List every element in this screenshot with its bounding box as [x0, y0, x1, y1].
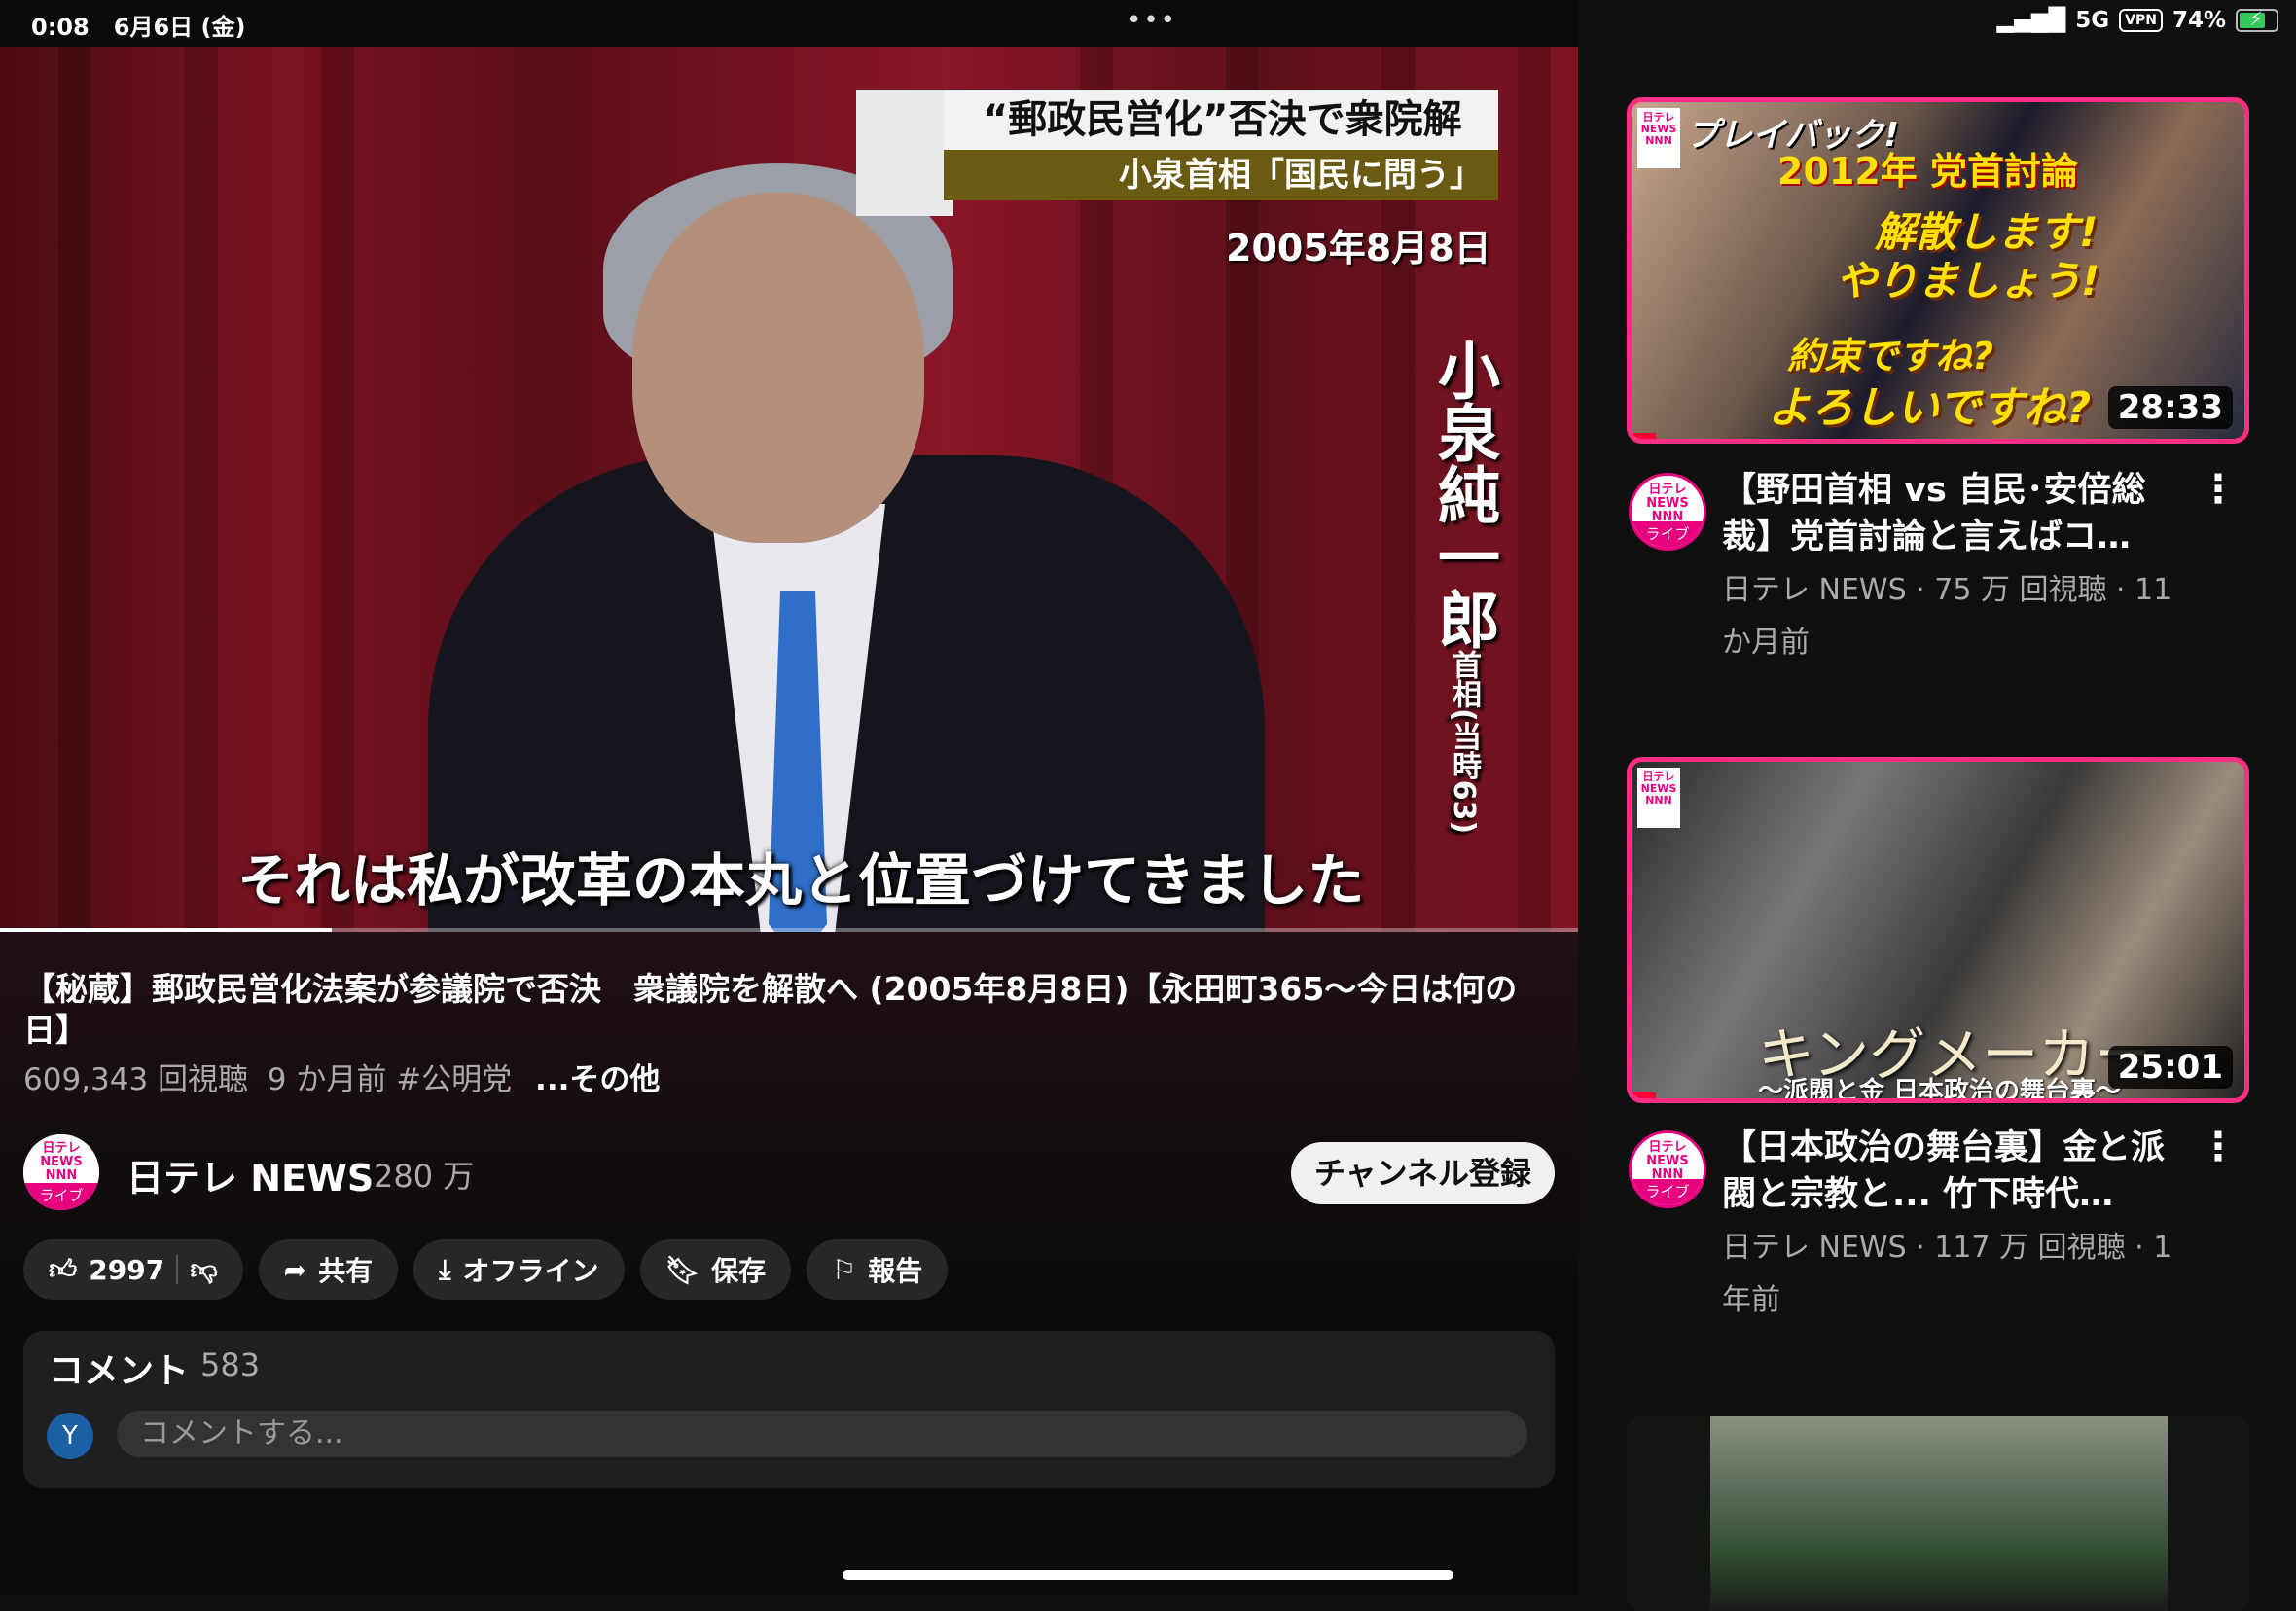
download-icon: ⤓	[439, 1253, 451, 1285]
vpn-badge: VPN	[2119, 9, 2163, 32]
like-count: 2997	[89, 1253, 165, 1286]
flag-icon: ⚐	[832, 1253, 857, 1286]
video-title[interactable]: 【秘蔵】郵政民営化法案が参議院で否決 衆議院を解散へ (2005年8月8日)【永…	[23, 969, 1551, 1051]
video-thumbnail[interactable]	[1627, 1416, 2249, 1611]
more-link[interactable]: ...その他	[535, 1062, 660, 1097]
recommendation-card[interactable]: 日テレ NEWS NNN プレイバック! 2012年 党首討論 解散します! や…	[1627, 97, 2249, 681]
multitasking-dots[interactable]: •••	[1127, 6, 1177, 35]
video-thumbnail[interactable]: 日テレ NEWS NNN キングメーカー ～派閥と金 日本政治の舞台裏～ 25:…	[1627, 757, 2249, 1103]
bookmark-icon: 🔖︎	[664, 1253, 700, 1286]
user-avatar: Y	[47, 1413, 93, 1459]
save-button[interactable]: 🔖︎ 保存	[639, 1239, 792, 1300]
card-meta: 日テレ NEWS · 117 万 回視聴 · 1 年前	[1722, 1231, 2172, 1317]
status-time: 0:08 6月6日 (金)	[31, 14, 246, 41]
duration-badge: 28:33	[2107, 386, 2233, 429]
player-pane: “郵政民営化”否決で衆院解散 小泉首相「国民に問う」 2005年8月8日 小泉純…	[0, 0, 1578, 1595]
news-caption: “郵政民営化”否決で衆院解散 小泉首相「国民に問う」	[856, 90, 1498, 216]
home-indicator[interactable]	[843, 1570, 1453, 1580]
channel-avatar[interactable]: 日テレ NEWS NNN ライブ	[1629, 473, 1706, 551]
channel-row: 日テレ NEWS NNN ライブ 日テレ NEWS 280 万 チャンネル登録	[23, 1134, 1555, 1216]
offline-button[interactable]: ⤓ オフライン	[413, 1239, 625, 1300]
action-bar: 👍︎ 2997 👎︎ ➦ 共有 ⤓ オフライン 🔖︎ 保存 ⚐ 報告	[23, 1239, 949, 1300]
card-title[interactable]: 【野田首相 vs 自民･安倍総裁】党首討論と言えばコ…	[1722, 467, 2179, 560]
comments-panel[interactable]: コメント 583 Y コメントする...	[23, 1331, 1555, 1488]
subscriber-count: 280 万	[374, 1158, 475, 1195]
video-info: 【秘蔵】郵政民営化法案が参議院で否決 衆議院を解散へ (2005年8月8日)【永…	[0, 932, 1578, 1302]
speaker-name: 小泉純一郎首相(当時63)	[1427, 339, 1499, 835]
kebab-icon[interactable]: ⋮	[2199, 1125, 2238, 1169]
watched-progress	[1632, 1092, 1657, 1098]
signal-icon: ▂▄▆█	[1996, 8, 2066, 33]
channel-logo: 日テレ NEWS NNN	[1637, 108, 1680, 168]
thumbs-down-icon[interactable]: 👎︎	[190, 1253, 217, 1286]
channel-name[interactable]: 日テレ NEWS	[126, 1148, 374, 1201]
recommendations-pane: 日テレ NEWS NNN プレイバック! 2012年 党首討論 解散します! や…	[1578, 0, 2296, 1611]
caption-date: 2005年8月8日	[1226, 227, 1491, 269]
battery-icon: ⚡	[2236, 7, 2278, 32]
subscribe-button[interactable]: チャンネル登録	[1290, 1142, 1555, 1204]
channel-avatar[interactable]: 日テレ NEWS NNN ライブ	[23, 1134, 99, 1210]
duration-badge: 25:01	[2107, 1046, 2233, 1089]
comments-title: コメント	[49, 1351, 190, 1391]
caption-title: “郵政民営化”否決で衆院解散	[944, 90, 1498, 202]
like-dislike-button[interactable]: 👍︎ 2997 👎︎	[23, 1239, 243, 1300]
video-thumbnail[interactable]: 日テレ NEWS NNN プレイバック! 2012年 党首討論 解散します! や…	[1627, 97, 2249, 444]
video-subtitle: それは私が改革の本丸と位置づけてきました	[237, 847, 1365, 913]
share-button[interactable]: ➦ 共有	[258, 1239, 399, 1300]
share-icon: ➦	[283, 1253, 307, 1286]
comment-input[interactable]: コメントする...	[117, 1411, 1527, 1457]
diet-building-icon	[856, 90, 953, 216]
kebab-icon[interactable]: ⋮	[2199, 467, 2238, 512]
status-right: ▂▄▆█ 5G VPN 74% ⚡	[1996, 7, 2278, 33]
video-meta[interactable]: 609,343 回視聴 9 か月前 #公明党 ...その他	[23, 1055, 660, 1098]
battery-percent: 74%	[2171, 8, 2226, 33]
card-title[interactable]: 【日本政治の舞台裏】金と派閥と宗教と... 竹下時代…	[1722, 1125, 2179, 1218]
network-type: 5G	[2075, 8, 2110, 33]
caption-subtitle: 小泉首相「国民に問う」	[944, 150, 1498, 200]
report-button[interactable]: ⚐ 報告	[807, 1239, 949, 1300]
watched-progress	[1632, 433, 1657, 439]
thumbs-up-icon[interactable]: 👍︎	[49, 1253, 77, 1286]
status-bar: 0:08 6月6日 (金) ••• ▂▄▆█ 5G VPN 74% ⚡	[0, 0, 2296, 47]
video-player[interactable]: “郵政民営化”否決で衆院解散 小泉首相「国民に問う」 2005年8月8日 小泉純…	[0, 47, 1578, 932]
recommendation-card[interactable]: 日テレ NEWS NNN キングメーカー ～派閥と金 日本政治の舞台裏～ 25:…	[1627, 757, 2249, 1341]
comments-count: 583	[200, 1346, 261, 1383]
channel-avatar[interactable]: 日テレ NEWS NNN ライブ	[1629, 1130, 1706, 1208]
channel-logo: 日テレ NEWS NNN	[1637, 768, 1680, 828]
card-meta: 日テレ NEWS · 75 万 回視聴 · 11 か月前	[1722, 573, 2172, 660]
